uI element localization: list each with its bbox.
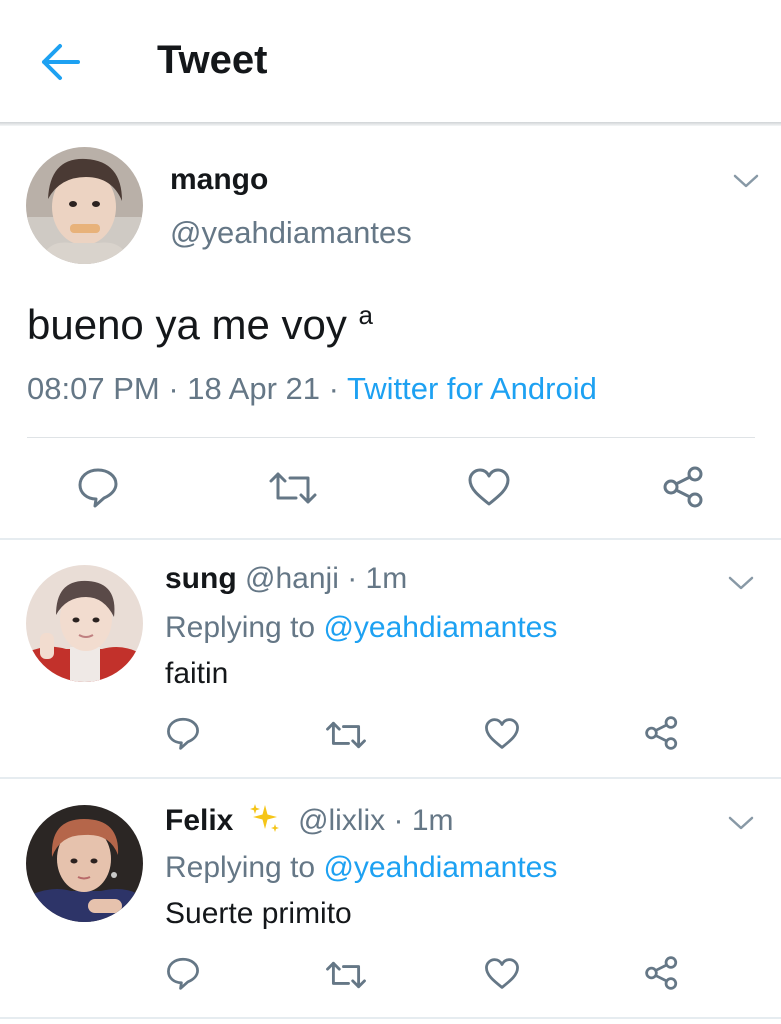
chevron-down-icon[interactable]: [728, 575, 754, 591]
page-title: Tweet: [157, 38, 268, 82]
divider: [0, 538, 781, 540]
tweet-body: bueno ya me voy: [27, 301, 347, 348]
reply-author-name[interactable]: Felix: [165, 804, 233, 837]
like-heart-icon[interactable]: [467, 467, 511, 507]
reply-time: 1m: [365, 562, 408, 595]
replying-to: Replying to @yeahdiamantes: [165, 611, 557, 645]
like-heart-icon[interactable]: [484, 717, 520, 750]
meta-separator: ·: [168, 371, 179, 406]
reply-author-name[interactable]: sung: [165, 562, 237, 595]
reply-time: 1m: [411, 804, 454, 837]
meta-separator: ·: [328, 371, 339, 406]
share-icon[interactable]: [662, 466, 706, 508]
share-icon[interactable]: [644, 716, 680, 750]
tweet-time: 08:07 PM: [27, 371, 160, 406]
reply-text: Suerte primito: [165, 897, 352, 930]
reply-separator: ·: [347, 562, 358, 595]
author-name[interactable]: mango: [170, 163, 268, 197]
tweet-text: bueno ya me voy a: [27, 300, 373, 349]
retweet-icon[interactable]: [325, 958, 367, 992]
replying-label: Replying to: [165, 851, 316, 884]
reply-author-handle[interactable]: @hanji: [245, 562, 339, 595]
divider: [0, 1017, 781, 1019]
retweet-icon[interactable]: [268, 468, 318, 508]
avatar[interactable]: [26, 805, 143, 922]
reply-icon[interactable]: [166, 956, 200, 990]
reply-text: faitin: [165, 657, 229, 690]
sparkles-emoji-icon: [248, 802, 280, 842]
tweet-source-link[interactable]: Twitter for Android: [347, 371, 597, 406]
reply-author-handle[interactable]: @lixlix: [298, 804, 385, 837]
avatar[interactable]: [26, 565, 143, 682]
chevron-down-icon[interactable]: [728, 815, 754, 831]
reply-header: Felix @lixlix · 1m: [165, 802, 454, 842]
back-arrow-icon[interactable]: [40, 42, 82, 82]
retweet-icon[interactable]: [325, 718, 367, 752]
replying-label: Replying to: [165, 611, 316, 644]
tweet-meta: 08:07 PM · 18 Apr 21 · Twitter for Andro…: [27, 371, 597, 407]
replying-to: Replying to @yeahdiamantes: [165, 851, 557, 885]
divider: [0, 777, 781, 779]
replying-mention-link[interactable]: @yeahdiamantes: [323, 851, 557, 884]
like-heart-icon[interactable]: [484, 957, 520, 990]
chevron-down-icon[interactable]: [733, 173, 759, 189]
replying-mention-link[interactable]: @yeahdiamantes: [323, 611, 557, 644]
reply-icon[interactable]: [77, 466, 119, 508]
reply-icon[interactable]: [166, 716, 200, 750]
author-handle[interactable]: @yeahdiamantes: [170, 215, 412, 251]
reply-header: sung @hanji · 1m: [165, 562, 407, 596]
top-app-bar: Tweet: [0, 0, 781, 122]
header-divider: [0, 122, 781, 126]
divider: [27, 437, 755, 438]
share-icon[interactable]: [644, 956, 680, 990]
tweet-date: 18 Apr 21: [187, 371, 320, 406]
reply-separator: ·: [393, 804, 404, 837]
tweet-superscript: a: [358, 300, 374, 330]
avatar[interactable]: [26, 147, 143, 264]
